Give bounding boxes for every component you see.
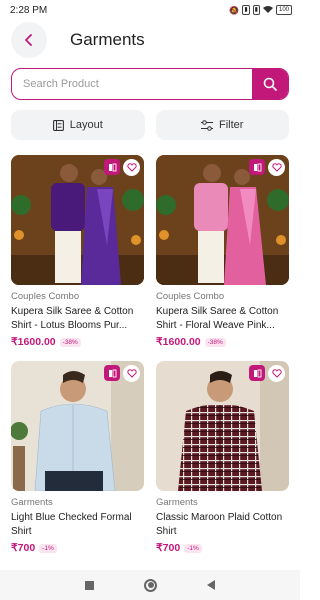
compare-icon: [108, 163, 116, 171]
price-row: ₹1600.00 -38%: [11, 336, 144, 348]
filter-button[interactable]: Filter: [155, 110, 289, 140]
discount-badge: -38%: [204, 337, 226, 347]
product-card[interactable]: Garments Classic Maroon Plaid Cotton Shi…: [156, 361, 289, 554]
layout-icon: [52, 119, 64, 131]
discount-badge: -1%: [39, 543, 57, 553]
compare-button[interactable]: [249, 159, 265, 175]
compare-icon: [253, 369, 261, 377]
system-nav-bar: [0, 570, 300, 600]
product-price: ₹1600.00: [11, 336, 56, 348]
product-image: [156, 155, 289, 285]
compare-icon: [108, 369, 116, 377]
compare-button[interactable]: [104, 365, 120, 381]
filter-icon: [201, 119, 214, 131]
product-name: Kupera Silk Saree & Cotton Shirt - Flora…: [156, 306, 279, 331]
product-category: Garments: [11, 497, 53, 508]
signal-icon: ▮: [242, 5, 250, 15]
card-actions: [249, 159, 285, 176]
product-grid: Couples Combo Kupera Silk Saree & Cotton…: [11, 155, 289, 554]
chevron-left-icon: [25, 34, 32, 46]
wishlist-button[interactable]: [123, 365, 140, 382]
card-actions: [104, 365, 140, 382]
battery-icon: 100: [275, 5, 292, 15]
card-actions: [249, 365, 285, 382]
product-card[interactable]: Couples Combo Kupera Silk Saree & Cotton…: [156, 155, 289, 348]
product-card[interactable]: Couples Combo Kupera Silk Saree & Cotton…: [11, 155, 144, 348]
wishlist-button[interactable]: [268, 365, 285, 382]
home-icon: [147, 582, 154, 588]
card-actions: [104, 159, 140, 176]
product-category: Garments: [156, 497, 198, 508]
product-name: Kupera Silk Saree & Cotton Shirt - Lotus…: [11, 306, 134, 331]
price-row: ₹700 -1%: [11, 542, 144, 554]
wishlist-button[interactable]: [268, 159, 285, 176]
search-button[interactable]: [252, 69, 288, 99]
heart-icon: [271, 369, 282, 378]
back-button[interactable]: [11, 22, 47, 58]
discount-badge: -1%: [184, 543, 202, 553]
product-category: Couples Combo: [156, 291, 225, 302]
product-image: [11, 361, 144, 491]
filter-label: Filter: [219, 119, 244, 131]
product-price: ₹1600.00: [156, 336, 201, 348]
product-card[interactable]: Garments Light Blue Checked Formal Shirt…: [11, 361, 144, 554]
heart-icon: [271, 163, 282, 172]
product-price: ₹700: [156, 542, 181, 554]
wifi-icon: [262, 5, 273, 15]
home-button[interactable]: [144, 578, 157, 592]
layout-label: Layout: [69, 119, 103, 131]
recents-button[interactable]: [85, 580, 94, 590]
status-icons: 🔕 ▮ ▮ 100: [229, 5, 292, 15]
mute-icon: 🔕: [229, 5, 240, 15]
search-input[interactable]: [12, 69, 252, 99]
product-price: ₹700: [11, 542, 36, 554]
product-name: Light Blue Checked Formal Shirt: [11, 512, 132, 537]
search-icon: [263, 77, 277, 91]
toolbar: Layout Filter: [11, 110, 289, 140]
discount-badge: -38%: [59, 337, 81, 347]
system-back-button[interactable]: [207, 580, 215, 590]
price-row: ₹700 -1%: [156, 542, 289, 554]
product-name: Classic Maroon Plaid Cotton Shirt: [156, 512, 283, 537]
compare-icon: [253, 163, 261, 171]
heart-icon: [126, 163, 137, 172]
page-title: Garments: [70, 30, 145, 49]
signal-icon-2: ▮: [252, 5, 260, 15]
product-category: Couples Combo: [11, 291, 80, 302]
product-image: [11, 155, 144, 285]
search-bar: [11, 68, 289, 100]
wishlist-button[interactable]: [123, 159, 140, 176]
compare-button[interactable]: [249, 365, 265, 381]
status-bar: 2:28 PM 🔕 ▮ ▮ 100: [0, 0, 300, 20]
status-time: 2:28 PM: [10, 4, 48, 16]
compare-button[interactable]: [104, 159, 120, 175]
price-row: ₹1600.00 -38%: [156, 336, 289, 348]
app-header: Garments: [0, 22, 300, 60]
product-image: [156, 361, 289, 491]
heart-icon: [126, 369, 137, 378]
layout-button[interactable]: Layout: [11, 110, 145, 140]
